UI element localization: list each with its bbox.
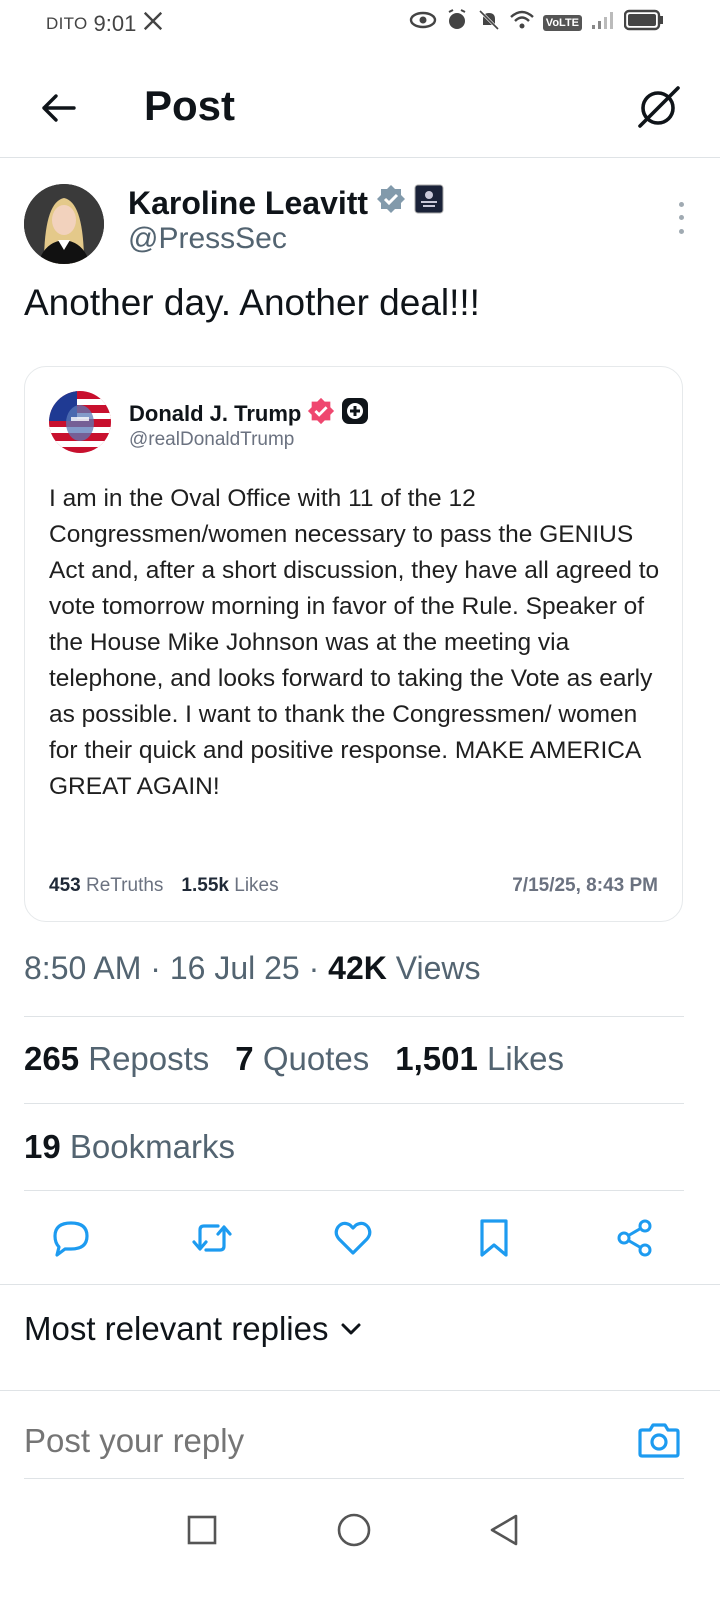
likes-stat[interactable]: 1,501 Likes	[395, 1040, 564, 1078]
repost-button[interactable]	[188, 1214, 236, 1262]
likes-label: Likes	[487, 1040, 565, 1077]
embed-retruths-label: ReTruths	[85, 875, 164, 896]
author-name-row: Karoline Leavitt	[128, 184, 444, 222]
embed-likes-count: 1.55k	[181, 875, 229, 896]
back-nav-button[interactable]	[482, 1508, 526, 1552]
signal-icon	[590, 9, 616, 36]
replies-sort-label: Most relevant replies	[24, 1310, 329, 1347]
reposts-stat[interactable]: 265 Reposts	[24, 1040, 209, 1078]
embed-avatar	[49, 391, 111, 453]
status-bar: DITO 9:01 VoLTE	[0, 0, 720, 46]
bookmark-icon	[480, 1219, 508, 1257]
eye-icon	[409, 10, 437, 35]
bookmarks-count: 19	[24, 1128, 61, 1165]
reposts-count: 265	[24, 1040, 80, 1077]
alarm-icon	[445, 8, 469, 37]
more-dots-icon	[678, 202, 684, 208]
grok-button[interactable]	[634, 82, 684, 132]
camera-icon	[638, 1423, 680, 1458]
x-logo-icon	[142, 10, 164, 37]
embed-author-handle: @realDonaldTrump	[129, 429, 295, 450]
plus-badge-icon	[341, 397, 369, 431]
arrow-left-icon	[42, 94, 76, 122]
post-meta: 8:50 AM · 16 Jul 25 · 42K Views	[24, 950, 481, 986]
chevron-down-icon	[341, 1323, 361, 1335]
divider	[0, 1284, 720, 1285]
triangle-back-icon	[490, 1514, 518, 1546]
embed-stats: 453 ReTruths 1.55k Likes	[49, 875, 279, 897]
status-right: VoLTE	[409, 8, 664, 37]
grok-icon	[638, 86, 680, 128]
embed-likes-label: Likes	[234, 875, 279, 896]
post-author: Karoline Leavitt @PressSec	[24, 184, 696, 268]
embedded-post-card[interactable]: Donald J. Trump @realDonaldTrump I am in…	[24, 366, 683, 922]
like-button[interactable]	[329, 1214, 377, 1262]
post-text: Another day. Another deal!!!	[24, 282, 480, 323]
embed-likes: 1.55k Likes	[181, 875, 278, 897]
verified-badge-icon	[376, 184, 406, 222]
embed-date: 7/15/25, 8:43 PM	[512, 875, 658, 896]
reply-input[interactable]	[24, 1422, 584, 1460]
likes-count: 1,501	[395, 1040, 478, 1077]
embed-retruths-count: 453	[49, 875, 81, 896]
heart-icon	[334, 1221, 372, 1255]
views-count: 42K	[328, 950, 387, 986]
reply-icon	[53, 1221, 89, 1257]
divider	[24, 1016, 684, 1017]
battery-icon	[623, 9, 664, 36]
post-time: 8:50 AM	[24, 950, 142, 986]
quotes-label: Quotes	[262, 1040, 370, 1077]
more-options-button[interactable]	[666, 198, 696, 238]
embed-author-name: Donald J. Trump	[129, 401, 302, 426]
author-handle[interactable]: @PressSec	[128, 222, 287, 256]
reply-button[interactable]	[47, 1214, 95, 1262]
views-label: Views	[395, 950, 481, 986]
post-header: Post	[0, 62, 720, 158]
embed-name-row: Donald J. Trump	[129, 397, 369, 431]
quotes-count: 7	[235, 1040, 254, 1077]
reposts-label: Reposts	[88, 1040, 210, 1077]
reply-bar	[24, 1412, 684, 1476]
volte-badge: VoLTE	[542, 14, 582, 31]
divider	[24, 1478, 684, 1479]
post-date: 16 Jul 25	[169, 950, 300, 986]
status-left: DITO 9:01	[46, 10, 164, 37]
embed-text: I am in the Oval Office with 11 of the 1…	[49, 485, 660, 800]
square-icon	[187, 1515, 217, 1545]
action-bar	[0, 1214, 720, 1262]
divider	[24, 1190, 684, 1191]
status-clock: 9:01	[93, 10, 137, 36]
mute-bell-icon	[477, 8, 501, 37]
truth-verified-badge-icon	[307, 397, 335, 431]
camera-button[interactable]	[638, 1420, 680, 1462]
page-title: Post	[144, 82, 236, 129]
share-icon	[617, 1219, 652, 1257]
engagement-counts: 265 Reposts 7 Quotes 1,501 Likes	[24, 1040, 564, 1078]
avatar[interactable]	[24, 184, 104, 264]
affiliation-badge-icon[interactable]	[414, 184, 444, 222]
bookmark-button[interactable]	[470, 1214, 518, 1262]
author-name[interactable]: Karoline Leavitt	[128, 185, 368, 222]
share-button[interactable]	[611, 1214, 659, 1262]
bookmarks-stat[interactable]: 19 Bookmarks	[24, 1128, 235, 1166]
bookmarks-label: Bookmarks	[69, 1128, 235, 1165]
carrier-label: DITO	[46, 13, 88, 33]
divider	[0, 1390, 720, 1391]
system-nav-bar	[0, 1500, 720, 1560]
circle-icon	[337, 1513, 371, 1547]
divider	[24, 1103, 684, 1104]
recents-button[interactable]	[180, 1508, 224, 1552]
replies-sort-dropdown[interactable]: Most relevant replies	[24, 1310, 362, 1348]
wifi-icon	[509, 9, 535, 36]
back-button[interactable]	[36, 86, 80, 130]
repost-icon	[192, 1224, 232, 1252]
embed-retruths: 453 ReTruths	[49, 875, 163, 897]
quotes-stat[interactable]: 7 Quotes	[235, 1040, 369, 1078]
home-button[interactable]	[332, 1508, 376, 1552]
